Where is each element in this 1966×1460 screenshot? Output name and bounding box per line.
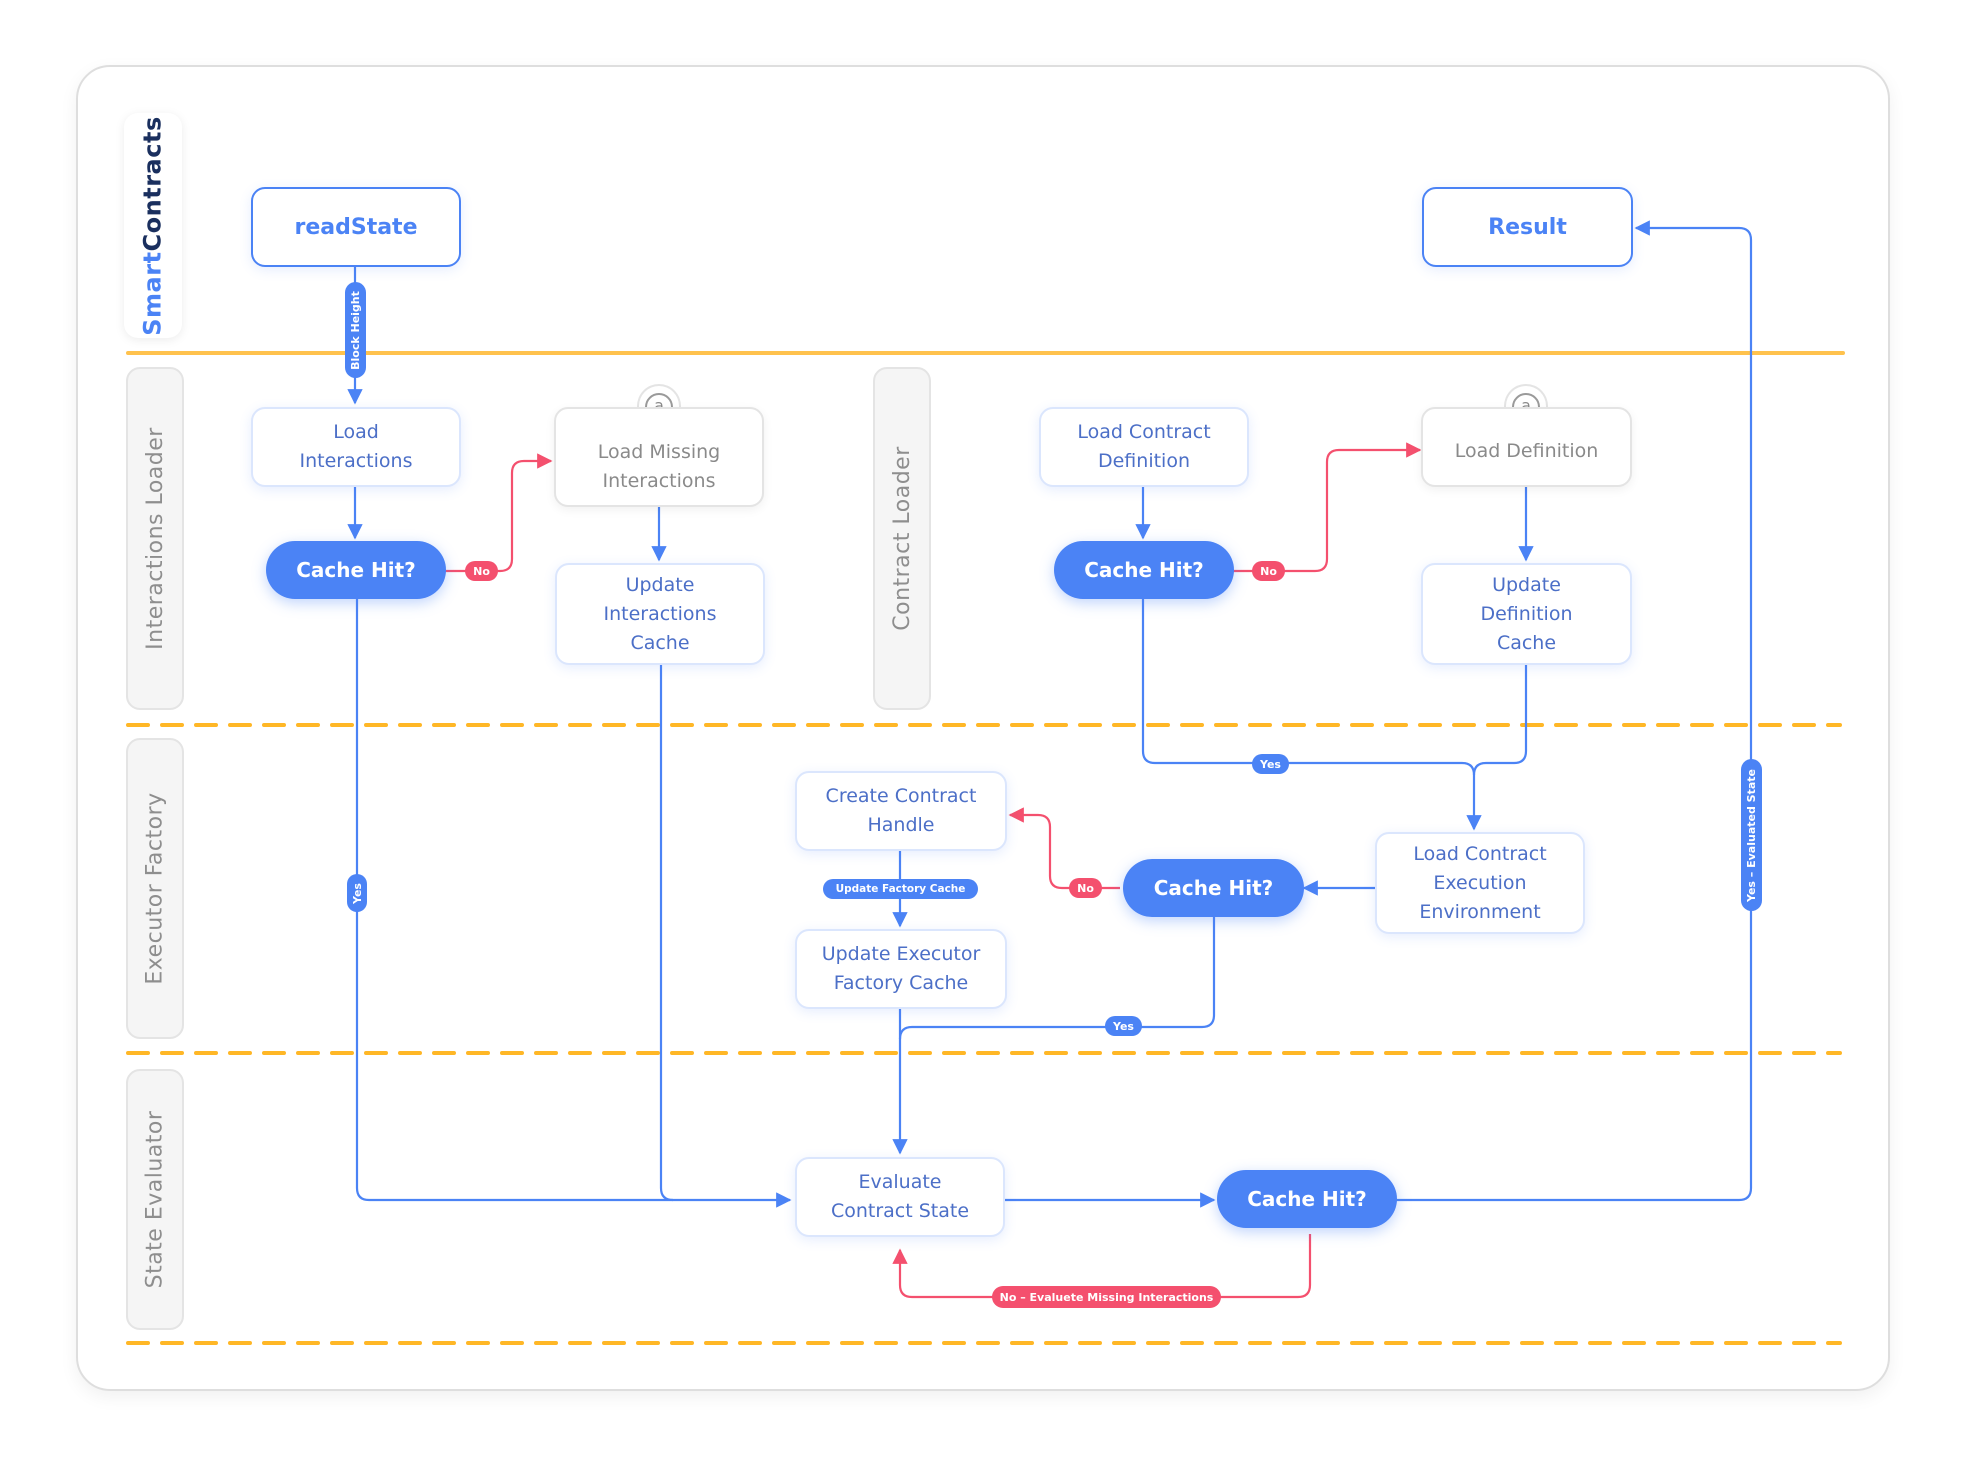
edge-label-cl-no: No: [1252, 561, 1285, 581]
node-load-contract-definition[interactable]: Load Contract Definition: [1039, 407, 1249, 487]
node-load-interactions[interactable]: Load Interactions: [251, 407, 461, 487]
edge-label-se-yes: Yes – Evaluated State: [1741, 759, 1762, 911]
edge-update-def-to-merge: [1472, 664, 1528, 776]
brand-contracts: Contracts: [139, 115, 168, 251]
edge-il-yes-to-evaluate: [355, 598, 792, 1208]
edge-label-text: No: [1077, 881, 1094, 895]
lane-label: State Evaluator: [142, 1110, 168, 1289]
node-load-definition[interactable]: Load Definition: [1421, 407, 1632, 487]
lane-header-executor-factory: Executor Factory: [126, 738, 184, 1039]
node-evaluate-contract-state[interactable]: Evaluate Contract State: [795, 1157, 1005, 1237]
lane-label: Contract Loader: [889, 446, 915, 631]
edge-label-text: No – Evaluete Missing Interactions: [999, 1290, 1214, 1304]
edge-cl-no: [1230, 442, 1422, 573]
edge-label-text: Yes: [1113, 1019, 1134, 1033]
lane-header-interactions-loader: Interactions Loader: [126, 367, 184, 710]
lane-header-state-evaluator: State Evaluator: [126, 1069, 184, 1330]
edge-label-il-yes: Yes: [347, 874, 367, 912]
node-se-cache-hit[interactable]: Cache Hit?: [1217, 1170, 1397, 1228]
node-result[interactable]: Result: [1422, 187, 1633, 267]
edge-label-text: Block Height: [349, 290, 362, 370]
lane-label: Executor Factory: [142, 792, 168, 985]
edge-update-interactions-to-evaluate: [659, 664, 674, 1202]
edge-label-ef-no: No: [1069, 878, 1102, 898]
edge-ef-no: [1008, 807, 1120, 890]
edge-label-ef-yes: Yes: [1105, 1016, 1142, 1036]
node-update-definition-cache[interactable]: Update Definition Cache: [1421, 563, 1632, 665]
brand-logo: SmartContracts: [139, 116, 167, 335]
edge-label-text: Yes: [350, 882, 364, 904]
edge-label-il-no: No: [465, 561, 498, 581]
edge-label-text: Yes: [1260, 757, 1281, 771]
node-il-cache-hit[interactable]: Cache Hit?: [266, 541, 446, 599]
edge-label-block-height: Block Height: [345, 282, 366, 378]
node-update-interactions-cache[interactable]: Update Interactions Cache: [555, 563, 765, 665]
edge-label-update-factory-cache: Update Factory Cache: [823, 879, 978, 899]
node-cl-cache-hit[interactable]: Cache Hit?: [1054, 541, 1234, 599]
brand-smart: Smart: [139, 250, 168, 336]
edge-label-text: Update Factory Cache: [835, 883, 966, 895]
node-load-missing-interactions[interactable]: Load Missing Interactions: [554, 407, 764, 507]
node-update-executor-factory-cache[interactable]: Update Executor Factory Cache: [795, 929, 1007, 1009]
edge-label-text: No: [473, 564, 490, 578]
edge-label-text: No: [1260, 564, 1277, 578]
edge-il-no: [445, 453, 553, 573]
node-load-contract-execution-environment[interactable]: Load Contract Execution Environment: [1375, 832, 1585, 934]
lane-header-smartcontracts: SmartContracts: [124, 113, 182, 338]
lane-label: Interactions Loader: [142, 427, 168, 650]
lane-header-contract-loader: Contract Loader: [873, 367, 931, 710]
node-read-state[interactable]: readState: [251, 187, 461, 267]
node-ef-cache-hit[interactable]: Cache Hit?: [1123, 859, 1304, 917]
edge-label-cl-yes: Yes: [1252, 754, 1289, 774]
edge-label-se-no: No – Evaluete Missing Interactions: [992, 1286, 1221, 1308]
node-create-contract-handle[interactable]: Create Contract Handle: [795, 771, 1007, 851]
edge-label-text: Yes – Evaluated State: [1745, 768, 1758, 902]
